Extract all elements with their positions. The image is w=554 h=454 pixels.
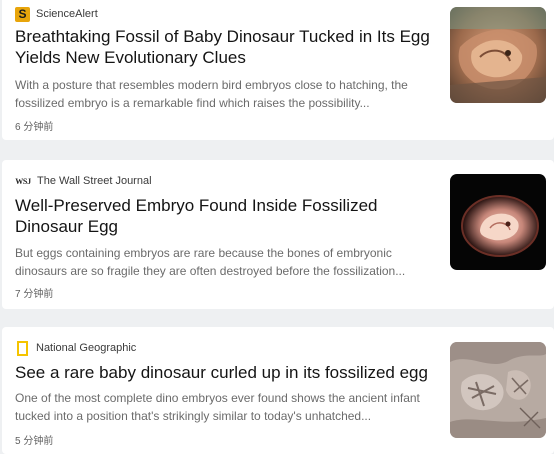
news-card[interactable]: WSJ The Wall Street Journal Well-Preserv… xyxy=(2,160,554,309)
headline-link[interactable]: Breathtaking Fossil of Baby Dinosaur Tuc… xyxy=(15,26,440,68)
source-row: S ScienceAlert xyxy=(15,6,98,22)
timestamp: 6 分钟前 xyxy=(15,122,54,133)
headline-link[interactable]: Well-Preserved Embryo Found Inside Fossi… xyxy=(15,195,440,237)
timestamp: 5 分钟前 xyxy=(15,436,54,447)
source-name: The Wall Street Journal xyxy=(37,175,152,187)
headline-link[interactable]: See a rare baby dinosaur curled up in it… xyxy=(15,362,440,383)
national-geographic-logo-icon xyxy=(17,340,28,356)
timestamp: 7 分钟前 xyxy=(15,289,54,300)
article-snippet: But eggs containing embryos are rare bec… xyxy=(15,246,406,278)
wsj-logo-icon: WSJ xyxy=(15,176,31,186)
article-snippet: One of the most complete dino embryos ev… xyxy=(15,391,420,423)
fossil-bones-image[interactable] xyxy=(450,342,546,438)
sciencealert-logo-icon: S xyxy=(15,6,30,22)
source-row: National Geographic xyxy=(15,340,136,356)
news-card[interactable]: S ScienceAlert Breathtaking Fossil of Ba… xyxy=(2,0,554,140)
fossil-embryo-illustration-image[interactable] xyxy=(450,7,546,103)
source-name: ScienceAlert xyxy=(36,8,98,20)
source-row: WSJ The Wall Street Journal xyxy=(15,173,152,189)
article-snippet: With a posture that resembles modern bir… xyxy=(15,78,408,110)
embryo-in-egg-image[interactable] xyxy=(450,174,546,270)
news-card[interactable]: National Geographic See a rare baby dino… xyxy=(2,327,554,454)
source-name: National Geographic xyxy=(36,342,137,354)
